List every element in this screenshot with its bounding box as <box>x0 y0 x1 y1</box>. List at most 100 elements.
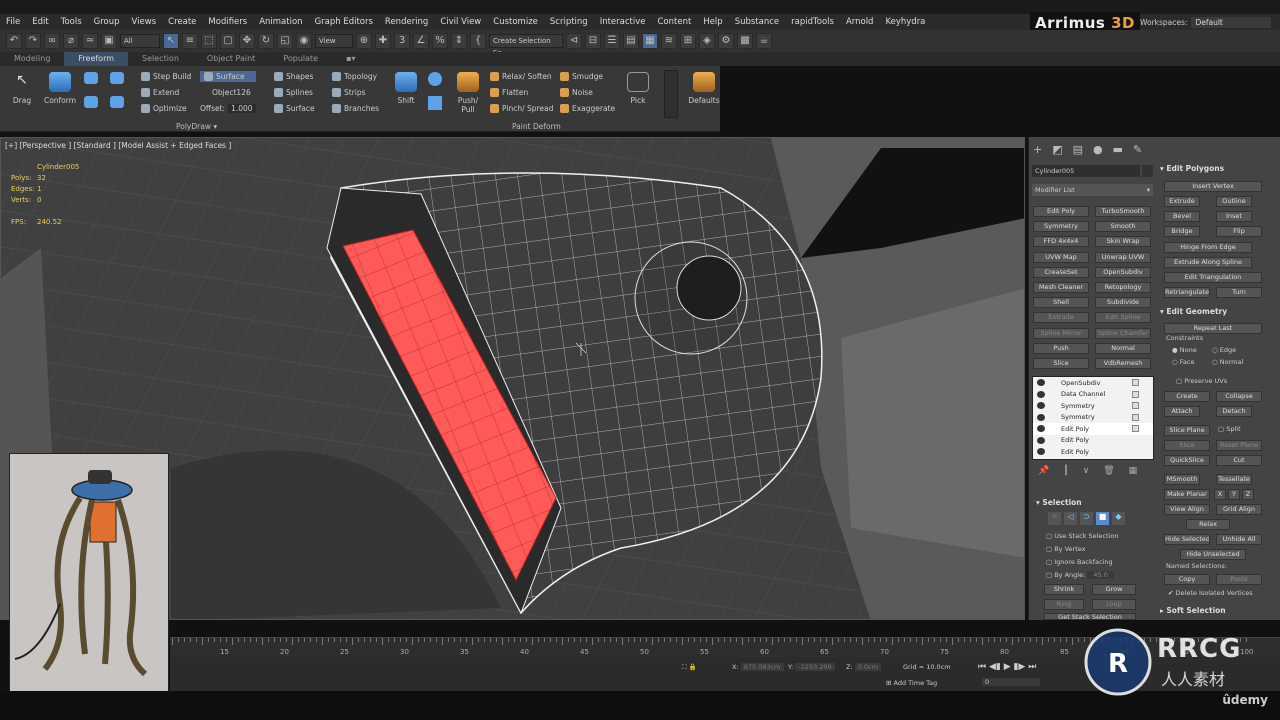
bridge-button[interactable]: Bridge <box>1164 226 1200 237</box>
unhide-all-button[interactable]: Unhide All <box>1216 534 1262 545</box>
configure-sets-icon[interactable]: ▦ <box>1129 466 1138 476</box>
modifier-button-spline-chamfer[interactable]: Spline Chamfer <box>1095 327 1151 339</box>
visibility-eye-icon[interactable] <box>1037 413 1045 421</box>
repeat-last-button[interactable]: Repeat Last <box>1164 323 1262 334</box>
outline-button[interactable]: Outline <box>1216 196 1252 207</box>
ribbon-toggle-icon[interactable]: ▦ <box>642 33 658 49</box>
modifier-button-spline-mirror[interactable]: Spline Mirror <box>1033 327 1089 339</box>
edit-triangulation-button[interactable]: Edit Triangulation <box>1164 272 1262 283</box>
turn-button[interactable]: Turn <box>1216 287 1262 298</box>
menu-item-tools[interactable]: Tools <box>55 17 88 27</box>
step-build-button[interactable]: Step Build <box>141 72 191 81</box>
bevel-button[interactable]: Bevel <box>1164 211 1200 222</box>
stack-item-toggle[interactable] <box>1132 425 1139 432</box>
modifier-button-mesh-cleaner[interactable]: Mesh Cleaner <box>1033 282 1089 293</box>
menu-item-views[interactable]: Views <box>126 17 163 27</box>
viewport-label[interactable]: [+] [Perspective ] [Standard ] [Model As… <box>5 141 231 150</box>
polygon-level-icon[interactable]: ■ <box>1096 512 1109 525</box>
stack-item[interactable]: Edit Poly <box>1033 423 1153 435</box>
stack-item-toggle[interactable] <box>1132 390 1139 398</box>
menu-item-group[interactable]: Group <box>88 17 126 27</box>
modifier-button-vdbremesh[interactable]: VdbRemesh <box>1095 358 1151 369</box>
stack-item-toggle[interactable] <box>1132 379 1139 386</box>
attach-button[interactable]: Attach <box>1164 406 1200 417</box>
render-setup-icon[interactable]: ⚙ <box>718 33 734 49</box>
modifier-button-skin-wrap[interactable]: Skin Wrap <box>1095 236 1151 248</box>
brush-icon-4[interactable] <box>110 96 124 108</box>
modifier-button-turbosmooth[interactable]: TurboSmooth <box>1095 206 1151 217</box>
noise-button[interactable]: Noise <box>560 88 593 97</box>
stack-item[interactable]: Data Channel <box>1033 389 1153 401</box>
undo-icon[interactable]: ↶ <box>6 33 22 49</box>
push-pull-button[interactable]: Push/ Pull <box>454 72 482 114</box>
display-tab-icon[interactable]: ▬ <box>1113 143 1123 156</box>
menu-item-rendering[interactable]: Rendering <box>379 17 434 27</box>
polydraw-group-label[interactable]: PolyDraw ▾ <box>176 122 217 131</box>
brush-icon-3[interactable] <box>84 96 98 108</box>
branches-button[interactable]: Branches <box>332 104 379 113</box>
menu-item-help[interactable]: Help <box>697 17 728 27</box>
get-stack-selection-button[interactable]: Get Stack Selection <box>1044 613 1136 620</box>
border-level-icon[interactable]: ⊃ <box>1080 512 1093 525</box>
detach-button[interactable]: Detach <box>1216 406 1252 417</box>
redo-icon[interactable]: ↷ <box>25 33 41 49</box>
extend-button[interactable]: Extend <box>141 88 179 97</box>
offset-field[interactable]: Offset: 1.000 <box>200 104 256 113</box>
ribbon-tab-populate[interactable]: Populate <box>269 52 332 66</box>
show-end-result-icon[interactable]: ┃ <box>1063 466 1068 476</box>
modifier-button-normal[interactable]: Normal <box>1095 342 1151 354</box>
modifier-button-smooth[interactable]: Smooth <box>1095 221 1151 233</box>
named-selection-dropdown[interactable]: Create Selection Se <box>489 34 563 57</box>
object-name-field[interactable]: Cylinder005 <box>1032 165 1140 177</box>
collapse-button[interactable]: Collapse <box>1216 391 1262 402</box>
brush-icon-1[interactable] <box>84 72 98 84</box>
window-crossing-icon[interactable]: ▢ <box>220 33 236 49</box>
menu-item-scripting[interactable]: Scripting <box>544 17 594 27</box>
ribbon-options-icon[interactable]: ▪▾ <box>332 52 369 66</box>
ribbon-tab-object-paint[interactable]: Object Paint <box>193 52 269 66</box>
by-angle-value[interactable]: 45.0 <box>1087 571 1114 579</box>
flatten-button[interactable]: Flatten <box>490 88 528 97</box>
y-value[interactable]: -1293.299 <box>795 663 835 671</box>
rotate-icon[interactable]: ↻ <box>258 33 274 49</box>
visibility-eye-icon[interactable] <box>1037 436 1045 444</box>
retriangulate-button[interactable]: Retriangulate <box>1164 287 1210 298</box>
constraint-none-radio[interactable]: ● None <box>1172 346 1197 354</box>
modifier-list-dropdown[interactable]: Modifier List ▾ <box>1032 184 1153 196</box>
topology-button[interactable]: Topology <box>332 72 377 81</box>
stack-item[interactable]: Symmetry <box>1033 400 1153 412</box>
hide-unselected-button[interactable]: Hide Unselected <box>1180 549 1246 560</box>
stack-item[interactable]: Symmetry <box>1033 412 1153 424</box>
stack-item[interactable]: Edit Poly <box>1033 446 1153 458</box>
slice-plane-button[interactable]: Slice Plane <box>1164 425 1210 436</box>
visibility-eye-icon[interactable] <box>1037 448 1045 455</box>
extrude-along-spline-button[interactable]: Extrude Along Spline <box>1164 257 1252 268</box>
motion-tab-icon[interactable]: ● <box>1093 143 1103 156</box>
menu-item-file[interactable]: File <box>0 17 26 27</box>
use-stack-selection-checkbox[interactable]: ▢ Use Stack Selection <box>1046 532 1118 540</box>
edit-named-sel-icon[interactable]: { <box>470 33 486 49</box>
pinch-spread-button[interactable]: Pinch/ Spread <box>490 104 553 113</box>
pivot-center-icon[interactable]: ⊕ <box>356 33 372 49</box>
modifier-button-edit-poly[interactable]: Edit Poly <box>1033 206 1089 217</box>
constraint-edge-radio[interactable]: ○ Edge <box>1212 346 1236 354</box>
angle-snap-icon[interactable]: ∠ <box>413 33 429 49</box>
hinge-from-edge-button[interactable]: Hinge From Edge <box>1164 242 1252 253</box>
make-planar-button[interactable]: Make Planar <box>1164 489 1210 500</box>
render-production-icon[interactable]: ☕ <box>756 33 772 49</box>
strips-button[interactable]: Strips <box>332 88 366 97</box>
curve-editor-icon[interactable]: ≋ <box>661 33 677 49</box>
relax-button[interactable]: Relax <box>1186 519 1230 530</box>
menu-item-graph-editors[interactable]: Graph Editors <box>309 17 379 27</box>
conform-tool-button[interactable]: Conform <box>42 72 78 105</box>
menu-item-animation[interactable]: Animation <box>253 17 308 27</box>
element-level-icon[interactable]: ◆ <box>1112 512 1125 525</box>
visibility-eye-icon[interactable] <box>1037 390 1045 398</box>
shift-scale-icon[interactable] <box>428 96 442 110</box>
pick-button[interactable]: Pick <box>626 72 650 105</box>
loop-button[interactable]: Loop <box>1092 599 1136 610</box>
modifier-button-shell[interactable]: Shell <box>1033 297 1089 309</box>
bind-space-warp-icon[interactable]: ≈ <box>82 33 98 49</box>
modify-tab-icon[interactable]: ◩ <box>1052 143 1062 156</box>
visibility-eye-icon[interactable] <box>1037 402 1045 409</box>
